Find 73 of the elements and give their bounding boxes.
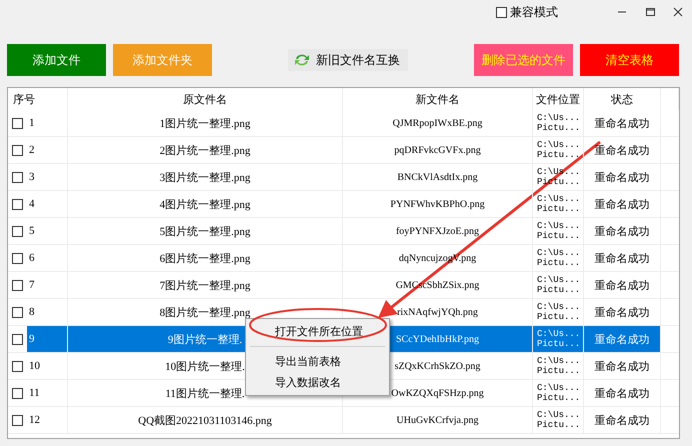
maximize-icon (644, 7, 656, 17)
table-cell[interactable]: 9 (27, 326, 67, 352)
table-cell: 7图片统一整理.png (68, 272, 343, 298)
row-checkbox[interactable] (12, 198, 23, 210)
row-checkbox[interactable] (12, 118, 23, 128)
table-cell: 重命名成功 (584, 218, 661, 244)
swap-names-button[interactable]: 新旧文件名互换 (288, 49, 408, 71)
table-cell: C:\Us... Pictu... (533, 137, 584, 163)
table-cell: 4图片统一整理.png (68, 191, 343, 217)
table-cell: 重命名成功 (584, 326, 661, 352)
column-header[interactable]: 序号 (8, 88, 68, 110)
row-checkbox[interactable] (12, 172, 23, 182)
table-cell: 重命名成功 (584, 245, 661, 271)
table-cell: pqDRFvkcGVFx.png (343, 137, 533, 163)
table-cell: C:\Us... Pictu... (533, 407, 584, 433)
table-cell[interactable]: 6 (27, 245, 67, 271)
column-header[interactable]: 状态 (584, 88, 661, 110)
row-checkbox[interactable] (12, 252, 23, 264)
row-checkbox[interactable] (12, 388, 23, 398)
row-checkbox[interactable] (12, 306, 23, 318)
table-cell: C:\Us... Pictu... (533, 299, 584, 325)
table-cell: C:\Us... Pictu... (533, 353, 584, 379)
table-cell: 1图片统一整理.png (68, 110, 343, 136)
table-cell: QJMRpopIWxBE.png (343, 110, 533, 136)
close-icon (672, 7, 684, 17)
row-checkbox[interactable] (12, 144, 23, 156)
table-cell[interactable]: 2 (27, 137, 67, 163)
column-header[interactable]: 文件位置 (533, 88, 584, 110)
column-header[interactable]: 新文件名 (343, 88, 533, 110)
table-cell[interactable]: 8 (27, 299, 67, 325)
table-cell: 重命名成功 (584, 380, 661, 406)
column-header[interactable]: 原文件名 (68, 88, 343, 110)
row-checkbox[interactable] (12, 360, 23, 372)
table-cell: PYNFWhvKBPhO.png (343, 191, 533, 217)
table-cell: C:\Us... Pictu... (533, 272, 584, 298)
toolbar-button[interactable]: 清空表格 (580, 44, 679, 76)
table-cell: C:\Us... Pictu... (533, 380, 584, 406)
table-cell: C:\Us... Pictu... (533, 218, 584, 244)
table-cell[interactable]: 4 (27, 191, 67, 217)
table-cell[interactable]: 3 (27, 164, 67, 190)
table-cell: 重命名成功 (584, 407, 661, 433)
table-cell[interactable]: 5 (27, 218, 67, 244)
table-cell: 6图片统一整理.png (68, 245, 343, 271)
table-cell: 重命名成功 (584, 353, 661, 379)
table-cell: QQ截图20221031103146.png (68, 407, 343, 433)
table-cell: 2图片统一整理.png (68, 137, 343, 163)
row-checkbox[interactable] (12, 414, 23, 426)
table-cell: 5图片统一整理.png (68, 218, 343, 244)
table-cell: 重命名成功 (584, 164, 661, 190)
table-cell: 3图片统一整理.png (68, 164, 343, 190)
row-checkbox[interactable] (12, 226, 23, 236)
table-cell: UHuGvKCrfvja.png (343, 407, 533, 433)
row-checkbox[interactable] (12, 280, 23, 290)
table-cell: 重命名成功 (584, 299, 661, 325)
compat-mode-checkbox[interactable]: 兼容模式 (496, 4, 558, 20)
table-cell: BNCkVlAsdtIx.png (343, 164, 533, 190)
table-cell: C:\Us... Pictu... (533, 110, 584, 136)
table-cell[interactable]: 10 (27, 353, 67, 379)
row-checkbox[interactable] (12, 334, 23, 344)
table-cell: C:\Us... Pictu... (533, 245, 584, 271)
table-cell: foyPYNFXJzoE.png (343, 218, 533, 244)
table-cell: 重命名成功 (584, 110, 661, 136)
table-cell: 重命名成功 (584, 272, 661, 298)
table-cell[interactable]: 12 (27, 407, 67, 433)
refresh-icon (294, 53, 310, 67)
table-cell[interactable]: 1 (27, 110, 67, 136)
table-cell: 重命名成功 (584, 137, 661, 163)
table-cell[interactable]: 11 (27, 380, 67, 406)
table-cell: C:\Us... Pictu... (533, 191, 584, 217)
table-cell[interactable]: 7 (27, 272, 67, 298)
toolbar-button[interactable]: 添加文件 (7, 44, 106, 76)
table-cell: C:\Us... Pictu... (533, 326, 584, 352)
table-cell: 重命名成功 (584, 191, 661, 217)
